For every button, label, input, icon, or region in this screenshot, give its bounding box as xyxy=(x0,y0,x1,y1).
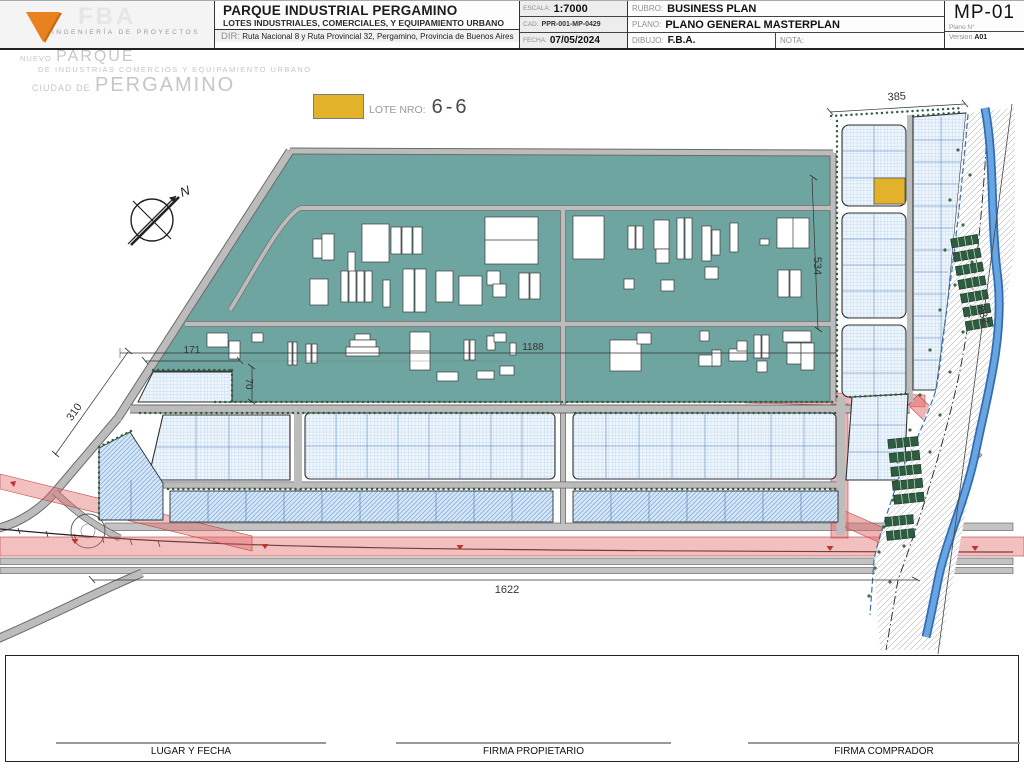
north-label: N xyxy=(178,182,193,200)
dim-385: 385 xyxy=(887,90,906,103)
signature-line-comprador[interactable] xyxy=(748,742,1020,744)
signature-label-lugar: LUGAR Y FECHA xyxy=(150,746,232,757)
signature-line-propietario[interactable] xyxy=(396,742,671,744)
dim-171: 171 xyxy=(184,345,201,356)
masterplan-drawing: 385 534 882 1188 171 70 310 1622 N xyxy=(0,90,1024,655)
dim-310: 310 xyxy=(64,401,84,423)
signature-line-lugar[interactable] xyxy=(56,742,326,744)
signature-label-comprador: FIRMA COMPRADOR xyxy=(834,746,934,757)
dim-1188: 1188 xyxy=(522,342,544,353)
dim-534: 534 xyxy=(811,257,823,275)
drawing-sheet: { "header": { "logo_text": "FBA", "logo_… xyxy=(0,0,1024,768)
highlighted-lot-6-6[interactable] xyxy=(873,177,906,205)
dim-1622: 1622 xyxy=(495,584,519,596)
signature-box: LUGAR Y FECHA FIRMA PROPIETARIO FIRMA CO… xyxy=(5,655,1020,762)
north-compass: N xyxy=(127,182,193,246)
signature-label-propietario: FIRMA PROPIETARIO xyxy=(483,746,584,757)
dim-70: 70 xyxy=(243,378,254,390)
